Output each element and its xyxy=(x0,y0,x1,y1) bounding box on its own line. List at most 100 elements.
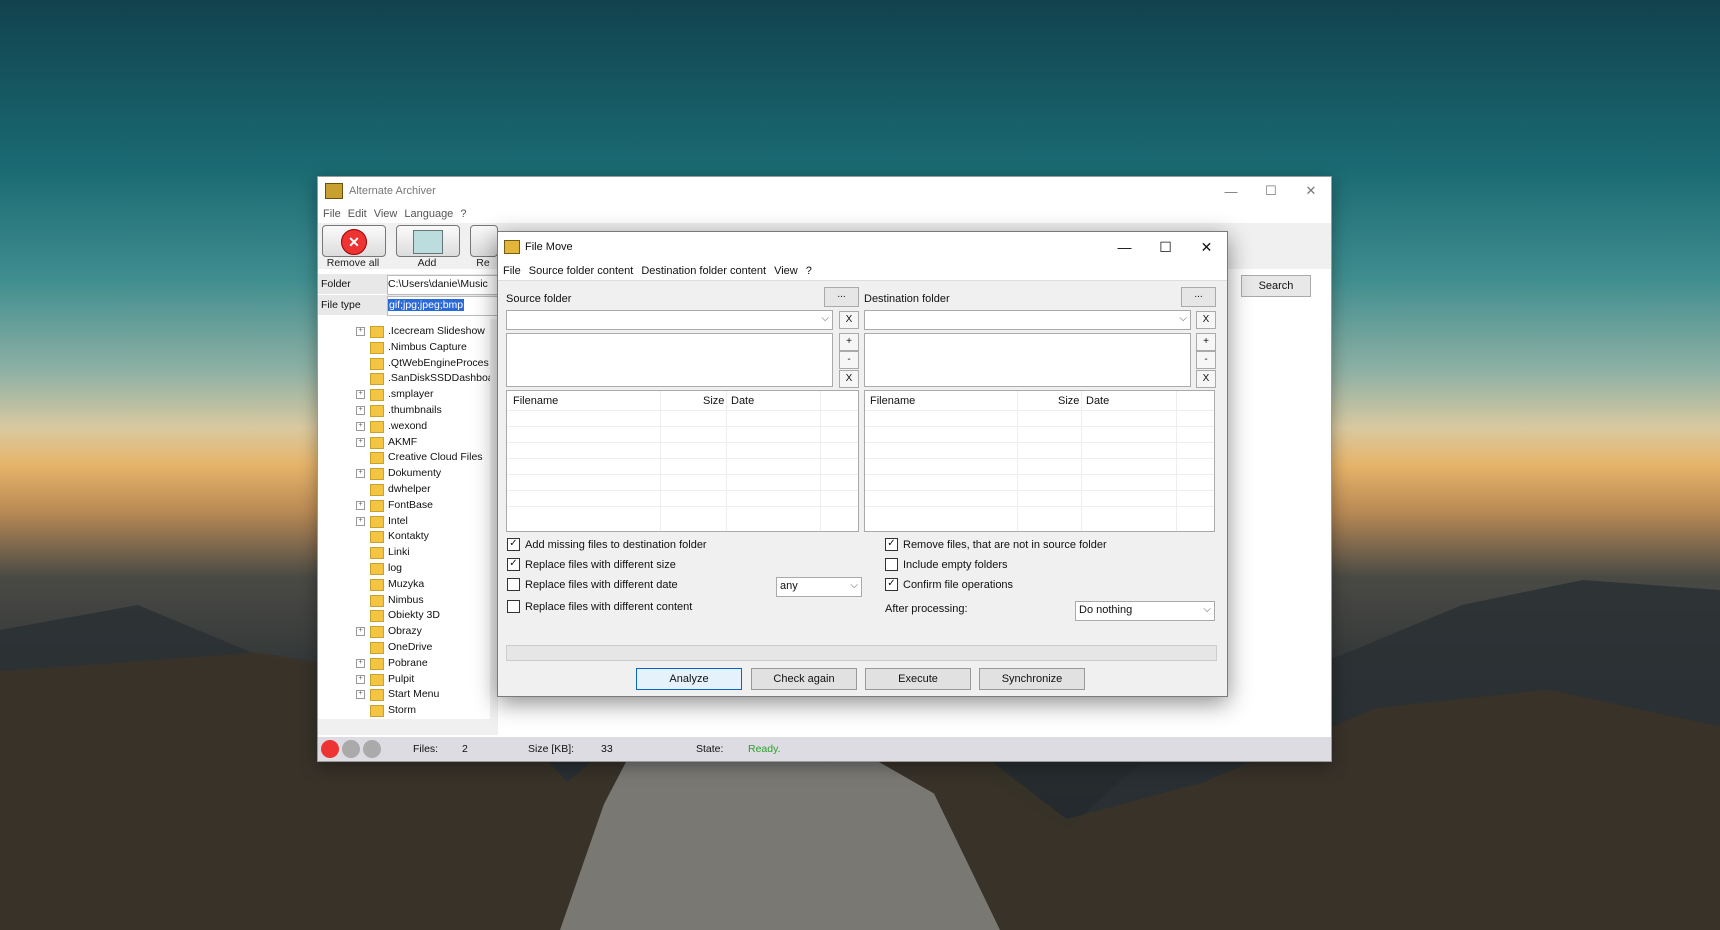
after-processing-select[interactable]: Do nothing ⌵ xyxy=(1075,601,1215,621)
stop-icon[interactable] xyxy=(321,740,339,758)
date-tolerance-select[interactable]: any ⌵ xyxy=(776,577,862,597)
source-add-button[interactable]: + xyxy=(839,333,859,351)
expand-icon[interactable]: + xyxy=(356,674,365,684)
folder-tree[interactable]: + .Icecream Slideshow .Nimbus Capture .QtWe… xyxy=(318,319,498,719)
dialog-minimize-button[interactable]: — xyxy=(1104,232,1145,262)
checkbox[interactable]: ✓ xyxy=(507,538,520,551)
minimize-button[interactable]: — xyxy=(1211,177,1251,205)
source-file-grid[interactable]: Filename Size Date xyxy=(506,390,859,532)
source-folder-list[interactable] xyxy=(506,333,833,387)
tree-item[interactable]: log xyxy=(318,560,498,576)
dialog-menu-help[interactable]: ? xyxy=(806,265,812,277)
main-titlebar[interactable]: Alternate Archiver — ☐ ✕ xyxy=(318,177,1331,205)
menu-edit[interactable]: Edit xyxy=(348,208,367,220)
tree-item[interactable]: .SanDiskSSDDashboa xyxy=(318,370,498,386)
source-delete-button[interactable]: X xyxy=(839,370,859,388)
tree-item[interactable]: Muzyka xyxy=(318,576,498,592)
tree-item[interactable]: + .thumbnails xyxy=(318,402,498,418)
check-again-button[interactable]: Check again xyxy=(751,668,857,690)
menu-language[interactable]: Language xyxy=(404,208,453,220)
destination-add-button[interactable]: + xyxy=(1196,333,1216,351)
checkbox[interactable] xyxy=(885,558,898,571)
destination-folder-list[interactable] xyxy=(864,333,1191,387)
option-add-missing[interactable]: ✓ Add missing files to destination folder xyxy=(507,538,707,551)
folder-input[interactable]: C:\Users\danie\Music xyxy=(387,275,499,295)
expand-icon[interactable]: + xyxy=(356,500,365,510)
tree-item[interactable]: .Nimbus Capture xyxy=(318,339,498,355)
dialog-menu-source[interactable]: Source folder content xyxy=(529,265,634,277)
option-replace-date[interactable]: Replace files with different date xyxy=(507,578,678,591)
source-col-date[interactable]: Date xyxy=(731,395,754,407)
option-replace-size[interactable]: ✓ Replace files with different size xyxy=(507,558,676,571)
menu-help[interactable]: ? xyxy=(460,208,466,220)
expand-icon[interactable]: + xyxy=(356,390,365,400)
expand-icon[interactable]: + xyxy=(356,627,365,637)
dialog-menu-file[interactable]: File xyxy=(503,265,521,277)
pause-icon[interactable] xyxy=(342,740,360,758)
tree-item[interactable]: + .wexond xyxy=(318,418,498,434)
checkbox[interactable]: ✓ xyxy=(885,538,898,551)
tree-item[interactable]: Obiekty 3D xyxy=(318,607,498,623)
expand-icon[interactable]: + xyxy=(356,437,365,447)
expand-icon[interactable]: + xyxy=(356,516,365,526)
source-clear-button[interactable]: X xyxy=(839,311,859,329)
remove-all-button[interactable]: ✕ xyxy=(322,225,386,257)
tree-item[interactable]: OneDrive xyxy=(318,639,498,655)
option-remove-extra[interactable]: ✓ Remove files, that are not in source fo… xyxy=(885,538,1107,551)
tree-item[interactable]: + .smplayer xyxy=(318,386,498,402)
dialog-maximize-button[interactable]: ☐ xyxy=(1145,232,1186,262)
destination-delete-button[interactable]: X xyxy=(1196,370,1216,388)
expand-icon[interactable]: + xyxy=(356,690,365,700)
tree-item[interactable]: + Dokumenty xyxy=(318,465,498,481)
tree-item[interactable]: Kontakty xyxy=(318,528,498,544)
destination-remove-button[interactable]: - xyxy=(1196,351,1216,369)
dialog-titlebar[interactable]: File Move — ☐ ✕ xyxy=(498,232,1227,262)
filetype-input[interactable]: gif;jpg;jpeg;bmp xyxy=(387,296,499,316)
tree-item[interactable]: Linki xyxy=(318,544,498,560)
tree-item[interactable]: + FontBase xyxy=(318,497,498,513)
close-button[interactable]: ✕ xyxy=(1291,177,1331,205)
source-col-size[interactable]: Size xyxy=(703,395,724,407)
expand-icon[interactable]: + xyxy=(356,469,365,479)
option-confirm-ops[interactable]: ✓ Confirm file operations xyxy=(885,578,1013,591)
dest-col-size[interactable]: Size xyxy=(1058,395,1079,407)
checkbox[interactable]: ✓ xyxy=(507,558,520,571)
dest-col-date[interactable]: Date xyxy=(1086,395,1109,407)
dest-col-filename[interactable]: Filename xyxy=(870,395,915,407)
source-col-filename[interactable]: Filename xyxy=(513,395,558,407)
tree-item[interactable]: .QtWebEngineProces xyxy=(318,355,498,371)
menu-file[interactable]: File xyxy=(323,208,341,220)
source-folder-combo[interactable]: ⌵ xyxy=(506,310,833,330)
add-button[interactable] xyxy=(396,225,460,257)
tree-item[interactable]: Creative Cloud Files xyxy=(318,449,498,465)
toolbar-button-partial[interactable] xyxy=(470,225,498,257)
tree-item[interactable]: + Intel xyxy=(318,513,498,529)
analyze-button[interactable]: Analyze xyxy=(636,668,742,690)
tree-item[interactable]: dwhelper xyxy=(318,481,498,497)
tree-item[interactable]: + Start Menu xyxy=(318,686,498,702)
dialog-menu-destination[interactable]: Destination folder content xyxy=(641,265,766,277)
expand-icon[interactable]: + xyxy=(356,421,365,431)
option-include-empty[interactable]: Include empty folders xyxy=(885,558,1008,571)
expand-icon[interactable]: + xyxy=(356,327,365,336)
option-replace-content[interactable]: Replace files with different content xyxy=(507,600,692,613)
checkbox[interactable]: ✓ xyxy=(885,578,898,591)
tree-horizontal-scrollbar[interactable] xyxy=(318,719,498,735)
destination-clear-button[interactable]: X xyxy=(1196,311,1216,329)
dialog-close-button[interactable]: ✕ xyxy=(1186,232,1227,262)
checkbox[interactable] xyxy=(507,578,520,591)
synchronize-button[interactable]: Synchronize xyxy=(979,668,1085,690)
expand-icon[interactable]: + xyxy=(356,658,365,668)
execute-button[interactable]: Execute xyxy=(865,668,971,690)
tree-item[interactable]: + AKMF xyxy=(318,434,498,450)
source-browse-button[interactable]: ... xyxy=(824,287,859,307)
maximize-button[interactable]: ☐ xyxy=(1251,177,1291,205)
destination-browse-button[interactable]: ... xyxy=(1181,287,1216,307)
tree-item[interactable]: + Pulpit xyxy=(318,671,498,687)
source-remove-button[interactable]: - xyxy=(839,351,859,369)
dialog-menu-view[interactable]: View xyxy=(774,265,798,277)
search-button[interactable]: Search xyxy=(1241,275,1311,297)
menu-view[interactable]: View xyxy=(374,208,398,220)
expand-icon[interactable]: + xyxy=(356,406,365,415)
play-icon[interactable] xyxy=(363,740,381,758)
